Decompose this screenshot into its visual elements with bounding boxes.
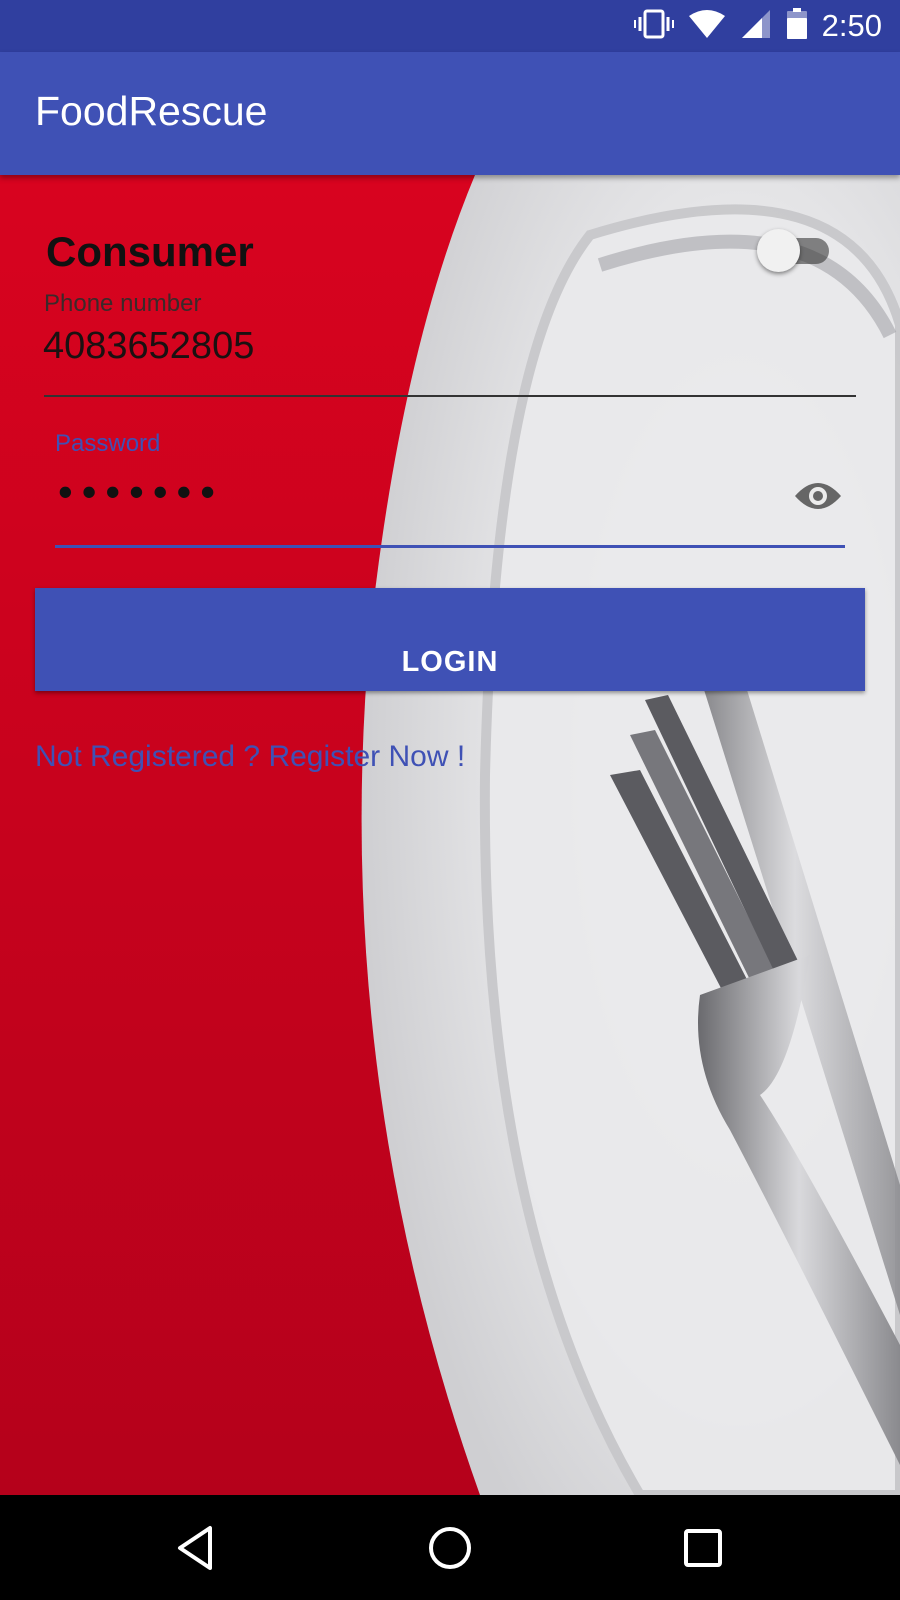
eye-icon[interactable]: [793, 478, 843, 514]
register-now-link[interactable]: Not Registered ? Register Now !: [35, 740, 465, 774]
phone-number-underline: [44, 395, 856, 397]
battery-icon: [786, 7, 808, 45]
home-icon[interactable]: [425, 1523, 475, 1573]
phone-number-label: Phone number: [44, 290, 202, 317]
consumer-mode-switch[interactable]: [757, 228, 829, 272]
navigation-bar: [0, 1495, 900, 1600]
consumer-mode-label: Consumer: [46, 228, 254, 275]
status-bar: 2:50: [0, 0, 900, 52]
app-title: FoodRescue: [35, 88, 268, 134]
phone-number-input[interactable]: 4083652805: [43, 325, 254, 368]
back-icon[interactable]: [172, 1523, 222, 1573]
switch-thumb: [757, 229, 800, 272]
wifi-icon: [688, 9, 726, 44]
status-icons: 2:50: [633, 0, 882, 52]
password-input[interactable]: •••••••: [58, 468, 224, 516]
app-bar: FoodRescue: [0, 52, 900, 175]
recents-icon[interactable]: [678, 1523, 728, 1573]
plate-background-image: [0, 175, 900, 1495]
login-button[interactable]: LOGIN: [35, 588, 865, 691]
signal-icon: [740, 9, 772, 44]
status-time: 2:50: [821, 8, 882, 43]
login-content: Consumer Phone number 4083652805 Passwor…: [0, 175, 900, 1495]
password-underline: [55, 545, 845, 548]
vibrate-icon: [633, 9, 674, 44]
password-label: Password: [55, 430, 161, 457]
app-screen: 2:50 FoodRescue Consumer Phone number 40…: [0, 0, 900, 1600]
